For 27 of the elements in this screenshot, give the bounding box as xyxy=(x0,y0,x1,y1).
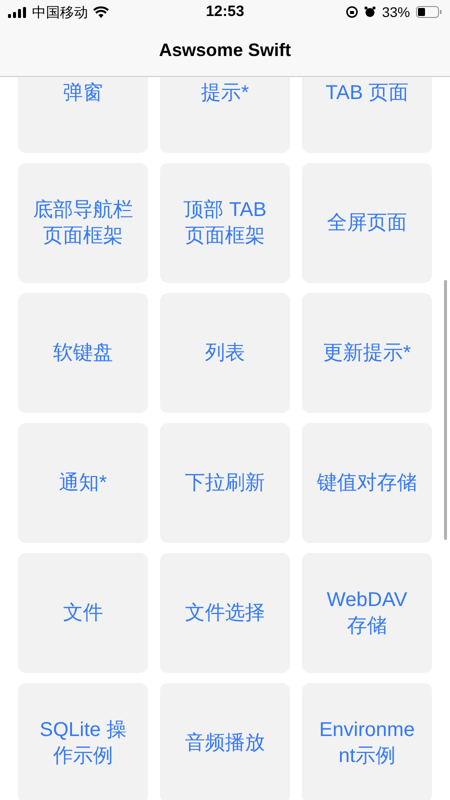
feature-tile[interactable]: 顶部 TAB 页面框架 xyxy=(160,163,290,283)
clock-time: 12:53 xyxy=(206,2,244,22)
feature-tile[interactable]: 通知* xyxy=(18,423,148,543)
feature-tile[interactable]: 更新提示* xyxy=(302,293,432,413)
feature-tile[interactable]: 文件 xyxy=(18,553,148,673)
feature-tile[interactable]: 键值对存储 xyxy=(302,423,432,543)
feature-tile[interactable]: 底部导航栏页面框架 xyxy=(18,163,148,283)
nav-title: Aswsome Swift xyxy=(158,38,292,62)
wifi-icon xyxy=(93,6,109,18)
feature-tile[interactable]: Environment示例 xyxy=(302,683,432,800)
feature-tile[interactable]: WebDAV 存储 xyxy=(302,553,432,673)
feature-tile[interactable]: 全屏页面 xyxy=(302,163,432,283)
feature-tile[interactable]: 下拉刷新 xyxy=(160,423,290,543)
rotation-lock-icon xyxy=(346,6,358,18)
battery-percent: 33% xyxy=(382,2,410,22)
feature-tile[interactable]: 文件选择 xyxy=(160,553,290,673)
feature-tile[interactable]: 软键盘 xyxy=(18,293,148,413)
feature-tile[interactable]: 弹窗 xyxy=(18,77,148,153)
signal-icon xyxy=(8,6,27,18)
carrier-name: 中国移动 xyxy=(32,2,88,22)
feature-tile[interactable]: 列表 xyxy=(160,293,290,413)
feature-tile[interactable]: SQLite 操作示例 xyxy=(18,683,148,800)
feature-tile[interactable]: TAB 页面 xyxy=(302,77,432,153)
alarm-icon xyxy=(364,6,376,18)
feature-tile[interactable]: 音频播放 xyxy=(160,683,290,800)
feature-tile[interactable]: 提示* xyxy=(160,77,290,153)
battery-icon xyxy=(416,6,442,18)
